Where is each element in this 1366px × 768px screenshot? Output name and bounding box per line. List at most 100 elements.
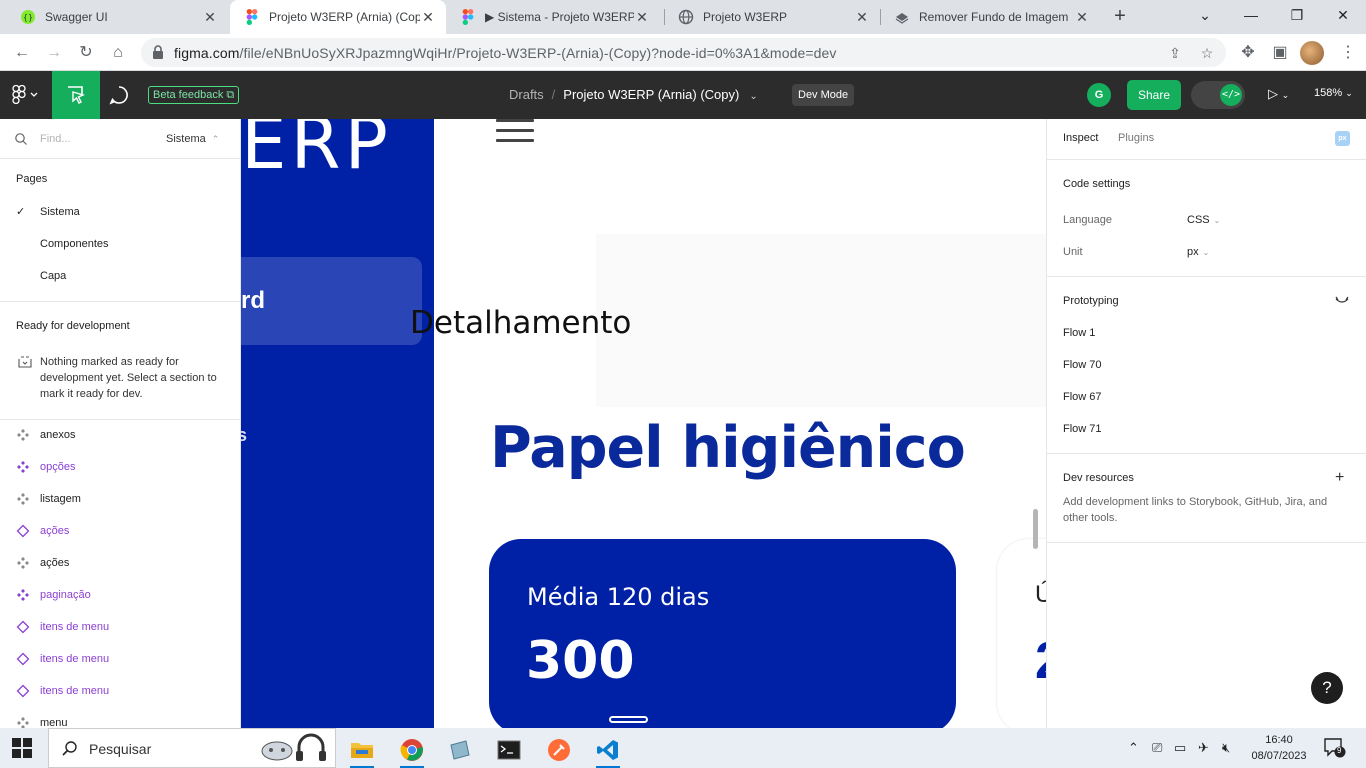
unit-dropdown[interactable]: px ⌄	[1187, 246, 1209, 258]
system-clock[interactable]: 16:40 08/07/2023	[1248, 732, 1310, 764]
figma-menu-icon[interactable]	[12, 84, 42, 105]
add-resource-icon[interactable]: +	[1335, 469, 1344, 487]
close-icon[interactable]: ✕	[854, 9, 870, 25]
layer-item[interactable]: opções	[16, 459, 75, 475]
windows-start-icon[interactable]	[12, 738, 32, 758]
vscode-icon[interactable]	[586, 732, 630, 768]
layer-name: itens de menu	[40, 685, 110, 697]
px-unit-badge[interactable]: px	[1335, 131, 1350, 146]
lock-icon	[153, 45, 163, 59]
extensions-icon[interactable]: ✥	[1234, 39, 1262, 67]
comment-icon[interactable]	[108, 84, 130, 106]
find-input[interactable]: Find...	[40, 133, 71, 145]
layer-item[interactable]: itens de menu	[16, 683, 109, 699]
search-icon	[62, 741, 77, 756]
design-canvas[interactable]: ERP rd s Detalhamento Papel higiênico Mé…	[241, 119, 1046, 728]
divider	[0, 301, 240, 302]
meet-now-icon[interactable]: ⎚	[1152, 740, 1162, 756]
network-icon[interactable]: ✈	[1198, 740, 1209, 756]
layer-name: paginação	[40, 589, 91, 601]
file-explorer-icon[interactable]	[340, 732, 384, 768]
tab-plugins[interactable]: Plugins	[1118, 132, 1154, 144]
stat-value: 300	[526, 631, 635, 691]
tab-figma-sistema[interactable]: ▶ Sistema - Projeto W3ERP (Arnia) ✕	[446, 0, 660, 34]
chevron-up-icon[interactable]: ⌃	[1128, 740, 1139, 756]
forward-arrow-icon[interactable]: →	[40, 39, 68, 67]
minimize-button[interactable]: —	[1228, 0, 1274, 34]
prototyping-heading: Prototyping	[1063, 295, 1119, 307]
reload-icon[interactable]: ↻	[72, 39, 100, 67]
address-bar[interactable]: figma.com/file/eNBnUoSyXRJpazmngWqiHr/Pr…	[141, 38, 1226, 67]
breadcrumb-drafts[interactable]: Drafts	[509, 87, 544, 102]
tab-w3erp[interactable]: Projeto W3ERP ✕	[664, 0, 880, 34]
flow-item[interactable]: Flow 67	[1063, 391, 1102, 403]
notification-center-icon[interactable]: 9	[1324, 738, 1346, 758]
browser-menu-icon[interactable]: ⋮	[1334, 39, 1362, 67]
language-dropdown[interactable]: CSS ⌄	[1187, 214, 1220, 226]
side-panel-icon[interactable]: ▣	[1266, 39, 1294, 67]
flow-item[interactable]: Flow 71	[1063, 423, 1102, 435]
chevron-down-icon[interactable]: ⌄	[749, 91, 757, 102]
layer-item[interactable]: ações	[16, 523, 69, 539]
volume-muted-icon[interactable]: 🔇︎	[1222, 740, 1230, 756]
close-icon[interactable]: ✕	[202, 9, 218, 25]
layer-item[interactable]: paginação	[16, 587, 91, 603]
new-tab-button[interactable]: +	[1108, 5, 1132, 29]
layer-item[interactable]: ações	[16, 555, 69, 571]
frame-drag-handle[interactable]	[609, 716, 648, 723]
layer-item[interactable]: itens de menu	[16, 651, 109, 667]
tab-inspect[interactable]: Inspect	[1063, 132, 1098, 144]
layer-item[interactable]: menu	[16, 715, 68, 728]
chevron-down-icon: ⌄	[1202, 248, 1210, 257]
file-name[interactable]: Projeto W3ERP (Arnia) (Copy)	[563, 87, 739, 102]
stat-label: Média 120 dias	[527, 583, 710, 611]
page-item-componentes[interactable]: Componentes	[40, 238, 109, 250]
home-icon[interactable]: ⌂	[104, 39, 132, 67]
close-icon[interactable]: ✕	[420, 9, 436, 25]
page-selector[interactable]: Sistema ⌃	[166, 133, 219, 145]
layer-item[interactable]: anexos	[16, 427, 75, 443]
canvas-scrollbar[interactable]	[1033, 509, 1038, 549]
tab-swagger[interactable]: {} Swagger UI ✕	[6, 0, 228, 34]
move-tool-button[interactable]	[52, 71, 100, 119]
tab-title: Projeto W3ERP	[703, 10, 788, 24]
back-arrow-icon[interactable]: ←	[8, 39, 36, 67]
taskbar-search[interactable]: Pesquisar	[48, 728, 336, 768]
terminal-icon[interactable]	[487, 732, 531, 768]
instance-icon	[16, 524, 30, 538]
share-button[interactable]: Share	[1127, 80, 1181, 110]
layer-name: ações	[40, 557, 70, 569]
profile-avatar[interactable]	[1300, 41, 1324, 65]
zoom-dropdown[interactable]: 158% ⌄	[1314, 87, 1353, 99]
chevron-down-icon: ⌄	[1213, 216, 1221, 225]
close-window-button[interactable]: ✕	[1320, 0, 1366, 34]
tab-remove-bg[interactable]: Remover Fundo de Imagem ✕	[880, 0, 1100, 34]
present-play-icon[interactable]: ▷ ⌄	[1268, 86, 1289, 102]
close-icon[interactable]: ✕	[634, 9, 650, 25]
share-page-icon[interactable]: ⇪	[1165, 43, 1185, 63]
close-icon[interactable]: ✕	[1074, 9, 1090, 25]
stat-label: Ú	[1035, 581, 1046, 608]
flow-item[interactable]: Flow 70	[1063, 359, 1102, 371]
notes-app-icon[interactable]	[438, 732, 482, 768]
flow-item[interactable]: Flow 1	[1063, 327, 1095, 339]
tab-figma-copy[interactable]: Projeto W3ERP (Arnia) (Copy) ✕	[230, 0, 446, 34]
postman-icon[interactable]	[537, 732, 581, 768]
help-button[interactable]: ?	[1311, 672, 1343, 704]
battery-icon[interactable]: ▭	[1174, 740, 1186, 756]
bookmark-star-icon[interactable]: ☆	[1197, 43, 1217, 63]
page-item-sistema[interactable]: Sistema	[40, 206, 80, 218]
user-avatar[interactable]: G	[1087, 83, 1111, 107]
layer-item[interactable]: listagem	[16, 491, 81, 507]
tab-search-button[interactable]: ⌄	[1182, 0, 1228, 34]
prototype-flow-icon[interactable]	[1335, 296, 1349, 306]
component-set-icon	[17, 493, 29, 505]
dev-mode-toggle[interactable]: </>	[1191, 81, 1245, 109]
restore-button[interactable]: ❐	[1274, 0, 1320, 34]
beta-feedback-link[interactable]: Beta feedback ⧉	[148, 86, 240, 104]
chrome-icon[interactable]	[390, 732, 434, 768]
dev-resources-description: Add development links to Storybook, GitH…	[1063, 496, 1328, 524]
page-item-capa[interactable]: Capa	[40, 270, 66, 282]
layer-item[interactable]: itens de menu	[16, 619, 109, 635]
dev-mode-badge: Dev Mode	[792, 84, 855, 106]
